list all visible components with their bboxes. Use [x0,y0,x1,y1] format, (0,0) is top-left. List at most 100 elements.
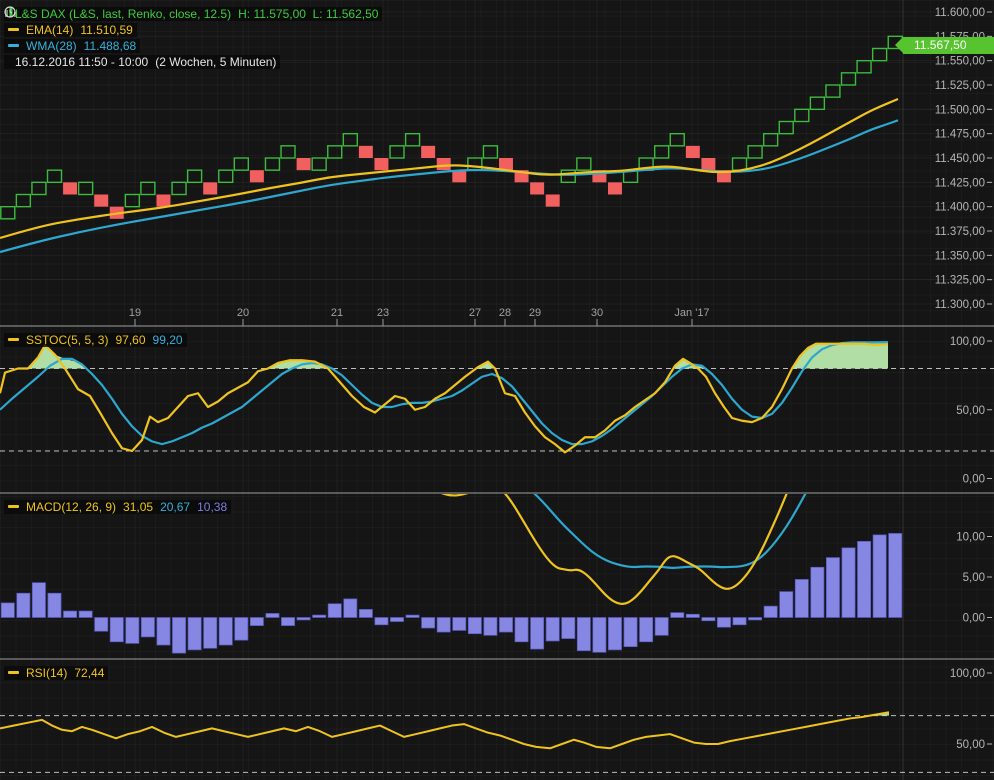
trading-chart-window: 11.600,0011.575,0011.550,0011.525,0011.5… [0,0,994,780]
up-brick [842,73,856,85]
up-brick [779,121,793,133]
up-brick [48,170,62,182]
up-brick [16,194,30,206]
macd-bar [717,618,730,628]
down-brick [530,182,544,194]
timeframe: (2 Wochen, 5 Minuten) [155,55,276,69]
down-brick [452,170,466,182]
svg-text:11.425,00: 11.425,00 [935,177,985,189]
macd-bar [624,618,637,647]
time-axis[interactable]: 1920212327282930Jan '17 [129,307,710,326]
down-brick [156,194,170,206]
up-brick [125,194,139,206]
macd-bar [640,618,653,642]
up-brick [483,146,497,158]
svg-text:11.450,00: 11.450,00 [935,153,985,165]
macd-bar [359,609,372,617]
svg-text:5,00: 5,00 [963,572,985,584]
svg-text:100,00: 100,00 [950,336,985,348]
svg-text:11.500,00: 11.500,00 [935,104,985,116]
macd-bar [32,583,45,618]
down-brick [63,182,77,194]
svg-text:11.300,00: 11.300,00 [935,299,985,311]
macd-bar [63,611,76,617]
macd-bar [188,618,201,650]
svg-text:27: 27 [469,307,481,319]
svg-text:11.325,00: 11.325,00 [935,275,985,287]
macd-bar [749,618,762,620]
svg-text:50,00: 50,00 [956,405,985,417]
price-axis[interactable]: 11.600,0011.575,0011.550,0011.525,0011.5… [935,7,992,751]
macd-hist-value: 10,38 [197,500,227,514]
gridlines [0,0,994,780]
macd-bar [842,548,855,618]
price-tag-arrow-icon [895,37,903,53]
up-brick [826,85,840,97]
up-brick [655,146,669,158]
macd-bar [562,618,575,639]
svg-text:11.525,00: 11.525,00 [935,80,985,92]
svg-text:11.375,00: 11.375,00 [935,226,985,238]
macd-value: 31,05 [123,500,153,514]
up-brick [328,146,342,158]
macd-bar [48,593,61,617]
macd-bar [250,618,263,626]
up-brick [390,146,404,158]
macd-label: MACD(12, 26, 9) [26,500,116,514]
svg-text:20: 20 [237,307,249,319]
ema-value: 11.510,59 [80,23,133,37]
macd-bar [593,618,606,653]
macd-bar [889,533,902,617]
down-brick [203,182,217,194]
macd-bar [546,618,559,641]
rsi-swatch-icon [8,671,19,674]
high-low-readout: H: 11.575,00 L: 11.562,50 [238,7,378,21]
macd-bar [702,618,715,621]
svg-text:11.400,00: 11.400,00 [935,202,985,214]
macd-bar [157,618,170,646]
down-brick [250,170,264,182]
svg-text:0,00: 0,00 [963,613,985,625]
macd-bar [515,618,528,642]
macd-legend: MACD(12, 26, 9) 31,05 20,67 10,38 [4,499,231,515]
down-brick [499,158,513,170]
instrument-title: L&S DAX (L&S, last, Renko, close, 12.5) [15,7,231,21]
svg-text:50,00: 50,00 [956,739,985,751]
macd-bar [141,618,154,637]
macd-bar [857,541,870,617]
sstoc-swatch-icon [8,338,19,341]
up-brick [764,134,778,146]
up-brick [733,158,747,170]
svg-text:21: 21 [331,307,343,319]
up-brick [857,61,871,73]
macd-bar [17,593,30,617]
up-brick [873,48,887,60]
main-legend: L&S DAX (L&S, last, Renko, close, 12.5) … [4,6,382,70]
up-brick [172,182,186,194]
macd-bar [811,567,824,617]
up-brick [141,182,155,194]
chart-canvas[interactable]: 11.600,0011.575,0011.550,0011.525,0011.5… [0,0,994,780]
sstoc-d-value: 99,20 [153,333,183,347]
macd-bar [328,604,341,618]
macd-bar [95,618,108,632]
macd-bar [484,618,497,636]
timestamp-row: 16.12.2016 11:50 - 10:00 (2 Wochen, 5 Mi… [4,54,382,69]
down-brick [437,158,451,170]
up-brick [795,109,809,121]
svg-text:11.350,00: 11.350,00 [935,250,985,262]
svg-text:Jan '17: Jan '17 [674,307,709,319]
macd-bar [873,535,886,618]
last-price-value: 11.567,50 [914,38,967,52]
down-brick [94,194,108,206]
up-brick [312,158,326,170]
ema-row: EMA(14) 11.510,59 [4,22,382,37]
up-brick [343,134,357,146]
macd-bar [313,615,326,617]
wma-label: WMA(28) [26,39,77,53]
up-brick [577,158,591,170]
macd-bar [110,618,123,642]
macd-bar [764,606,777,617]
macd-bar [577,618,590,651]
rsi-line [0,712,889,748]
